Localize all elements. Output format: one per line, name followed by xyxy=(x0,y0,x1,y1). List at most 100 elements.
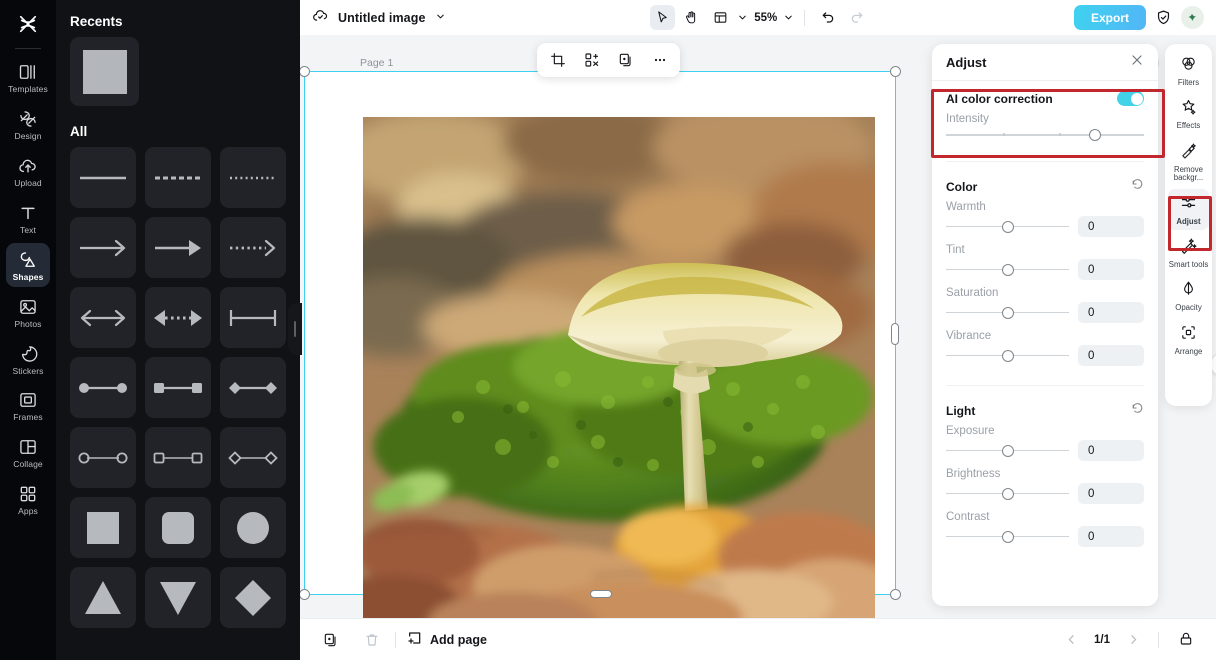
line-dotted-shape[interactable] xyxy=(220,147,286,208)
sidebar-item-photos[interactable]: Photos xyxy=(6,290,50,334)
arrow-dotted-shape[interactable] xyxy=(220,217,286,278)
duplicate-page-icon[interactable] xyxy=(318,627,343,652)
zoom-level[interactable]: 55% xyxy=(752,12,779,24)
chevron-down-icon[interactable] xyxy=(737,12,748,23)
chevron-down-icon[interactable] xyxy=(783,12,794,23)
sidebar-item-label: Stickers xyxy=(12,365,44,376)
tool-adjust[interactable]: Adjust xyxy=(1168,188,1209,231)
vibrance-slider[interactable] xyxy=(946,349,1069,363)
page-label: Page 1 xyxy=(360,57,394,69)
image-selection-frame[interactable] xyxy=(300,66,901,618)
slider-label: Brightness xyxy=(946,468,1001,480)
line-diamond-ends-outline-shape[interactable] xyxy=(220,427,286,488)
resize-handle-bottom-right[interactable] xyxy=(890,589,901,600)
ai-color-correction-toggle[interactable] xyxy=(1117,91,1144,106)
color-section-title: Color xyxy=(946,180,978,194)
chevron-down-icon[interactable] xyxy=(435,9,446,27)
saturation-slider[interactable] xyxy=(946,306,1069,320)
smart-cutout-icon[interactable] xyxy=(579,48,604,73)
intensity-slider[interactable] xyxy=(946,128,1144,142)
rounded-square-shape[interactable] xyxy=(145,497,211,558)
tool-opacity[interactable]: Opacity xyxy=(1168,275,1209,316)
tint-value[interactable]: 0 xyxy=(1078,259,1144,280)
crop-icon[interactable] xyxy=(545,48,570,73)
line-solid-shape[interactable] xyxy=(70,147,136,208)
warmth-value[interactable]: 0 xyxy=(1078,216,1144,237)
brightness-slider[interactable] xyxy=(946,487,1069,501)
contrast-slider[interactable] xyxy=(946,530,1069,544)
line-circle-ends-filled-shape[interactable] xyxy=(70,357,136,418)
tool-smart-tools[interactable]: Smart tools xyxy=(1168,232,1209,273)
exposure-value[interactable]: 0 xyxy=(1078,440,1144,461)
square-filled-shape[interactable] xyxy=(70,497,136,558)
ellipsis-icon[interactable] xyxy=(647,48,672,73)
hand-tool-button[interactable] xyxy=(679,5,704,30)
line-bar-ends-shape[interactable] xyxy=(220,287,286,348)
color-reset-icon[interactable] xyxy=(1131,178,1144,196)
arrow-open-shape[interactable] xyxy=(70,217,136,278)
trash-icon[interactable] xyxy=(359,627,384,652)
present-icon[interactable] xyxy=(1173,627,1198,652)
document-title[interactable]: Untitled image xyxy=(338,11,426,25)
sidebar-item-frames[interactable]: Frames xyxy=(6,383,50,427)
tool-filters[interactable]: Filters xyxy=(1168,50,1209,91)
circle-shape[interactable] xyxy=(220,497,286,558)
sidebar-item-stickers[interactable]: Stickers xyxy=(6,337,50,381)
diamond-shape[interactable] xyxy=(220,567,286,628)
recent-shape-square[interactable] xyxy=(70,37,139,106)
resize-handle-bottom-left[interactable] xyxy=(300,589,310,600)
resize-handle-bottom[interactable] xyxy=(590,590,612,598)
panel-collapse-handle[interactable] xyxy=(288,303,302,355)
tool-remove-backgr[interactable]: Remove backgr... xyxy=(1168,137,1209,187)
double-arrow-shape[interactable] xyxy=(70,287,136,348)
redo-button[interactable] xyxy=(844,5,869,30)
undo-button[interactable] xyxy=(815,5,840,30)
duplicate-icon[interactable] xyxy=(613,48,638,73)
close-x-icon[interactable] xyxy=(1130,53,1144,72)
chevron-right-icon[interactable] xyxy=(1122,629,1144,651)
tool-effects[interactable]: Effects xyxy=(1168,93,1209,134)
line-square-ends-filled-shape[interactable] xyxy=(145,357,211,418)
sidebar-item-text[interactable]: Text xyxy=(6,196,50,240)
line-diamond-ends-filled-shape[interactable] xyxy=(220,357,286,418)
add-page-button[interactable]: Add page xyxy=(407,630,487,649)
triangle-up-shape[interactable] xyxy=(70,567,136,628)
intensity-label: Intensity xyxy=(946,113,989,125)
double-arrow-dotted-shape[interactable] xyxy=(145,287,211,348)
capcut-logo-icon[interactable] xyxy=(8,6,48,42)
sidebar-item-apps[interactable]: Apps xyxy=(6,477,50,521)
resize-handle-top-right[interactable] xyxy=(890,66,901,77)
exposure-slider[interactable] xyxy=(946,444,1069,458)
resize-handle-right[interactable] xyxy=(891,323,899,345)
sidebar-item-collage[interactable]: Collage xyxy=(6,430,50,474)
light-reset-icon[interactable] xyxy=(1131,402,1144,420)
line-dashed-shape[interactable] xyxy=(145,147,211,208)
shield-check-icon[interactable] xyxy=(1155,9,1172,26)
sidebar-item-templates[interactable]: Templates xyxy=(6,55,50,99)
line-square-ends-outline-shape[interactable] xyxy=(145,427,211,488)
layout-tool-button[interactable] xyxy=(708,5,733,30)
contrast-value[interactable]: 0 xyxy=(1078,526,1144,547)
tint-slider[interactable] xyxy=(946,263,1069,277)
line-circle-ends-outline-shape[interactable] xyxy=(70,427,136,488)
adjust-panel-title: Adjust xyxy=(946,54,987,70)
sidebar-item-upload[interactable]: Upload xyxy=(6,149,50,193)
rail-divider xyxy=(15,48,41,49)
user-avatar-icon[interactable] xyxy=(1180,6,1204,29)
cloud-saved-icon xyxy=(312,7,329,29)
warmth-slider[interactable] xyxy=(946,220,1069,234)
brightness-value[interactable]: 0 xyxy=(1078,483,1144,504)
chevron-left-icon[interactable] xyxy=(1060,629,1082,651)
arrow-filled-shape[interactable] xyxy=(145,217,211,278)
sidebar-item-label: Apps xyxy=(18,506,38,517)
mushroom-on-moss-photo[interactable] xyxy=(363,117,875,618)
export-button[interactable]: Export xyxy=(1073,5,1146,30)
select-tool-button[interactable] xyxy=(650,5,676,30)
triangle-down-shape[interactable] xyxy=(145,567,211,628)
tool-arrange[interactable]: Arrange xyxy=(1168,319,1209,360)
sidebar-item-shapes[interactable]: Shapes xyxy=(6,242,50,287)
vibrance-value[interactable]: 0 xyxy=(1078,345,1144,366)
sidebar-item-design[interactable]: Design xyxy=(6,102,50,146)
resize-handle-top-left[interactable] xyxy=(300,66,310,77)
saturation-value[interactable]: 0 xyxy=(1078,302,1144,323)
